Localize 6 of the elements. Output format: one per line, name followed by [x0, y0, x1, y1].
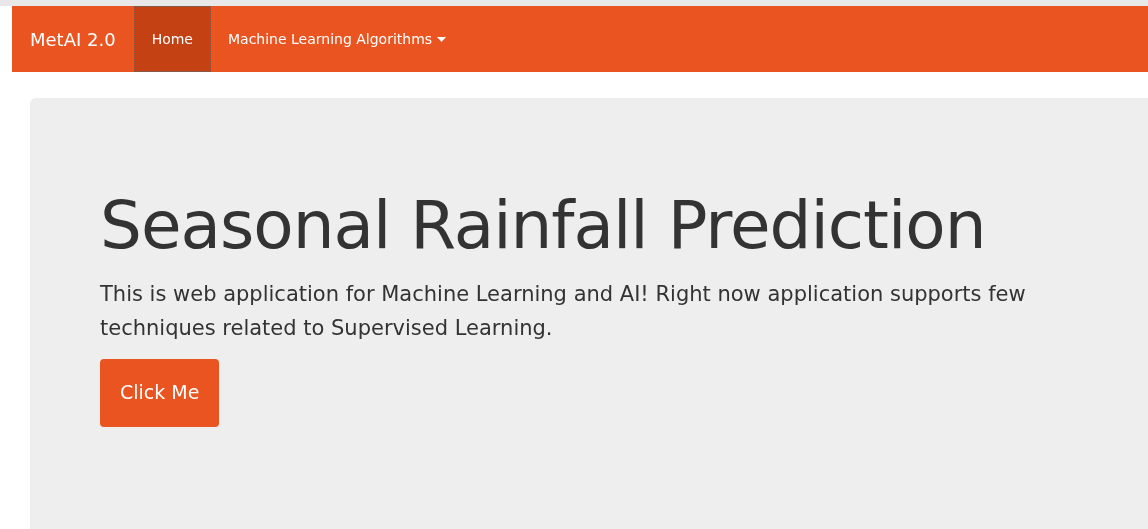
nav-link[interactable]: Home — [133, 6, 211, 72]
hero-text: This is web application for Machine Learning and AI! Right now application supports few techniques related to Supervised Learning. — [100, 280, 1027, 342]
brand-link[interactable]: MetAI 2.0 — [12, 6, 134, 72]
nav-link[interactable]: Machine Learning Algorithms — [211, 6, 464, 72]
hero-title: Seasonal Rainfall Prediction — [100, 190, 987, 263]
click-me-button[interactable]: Click Me — [100, 358, 220, 427]
